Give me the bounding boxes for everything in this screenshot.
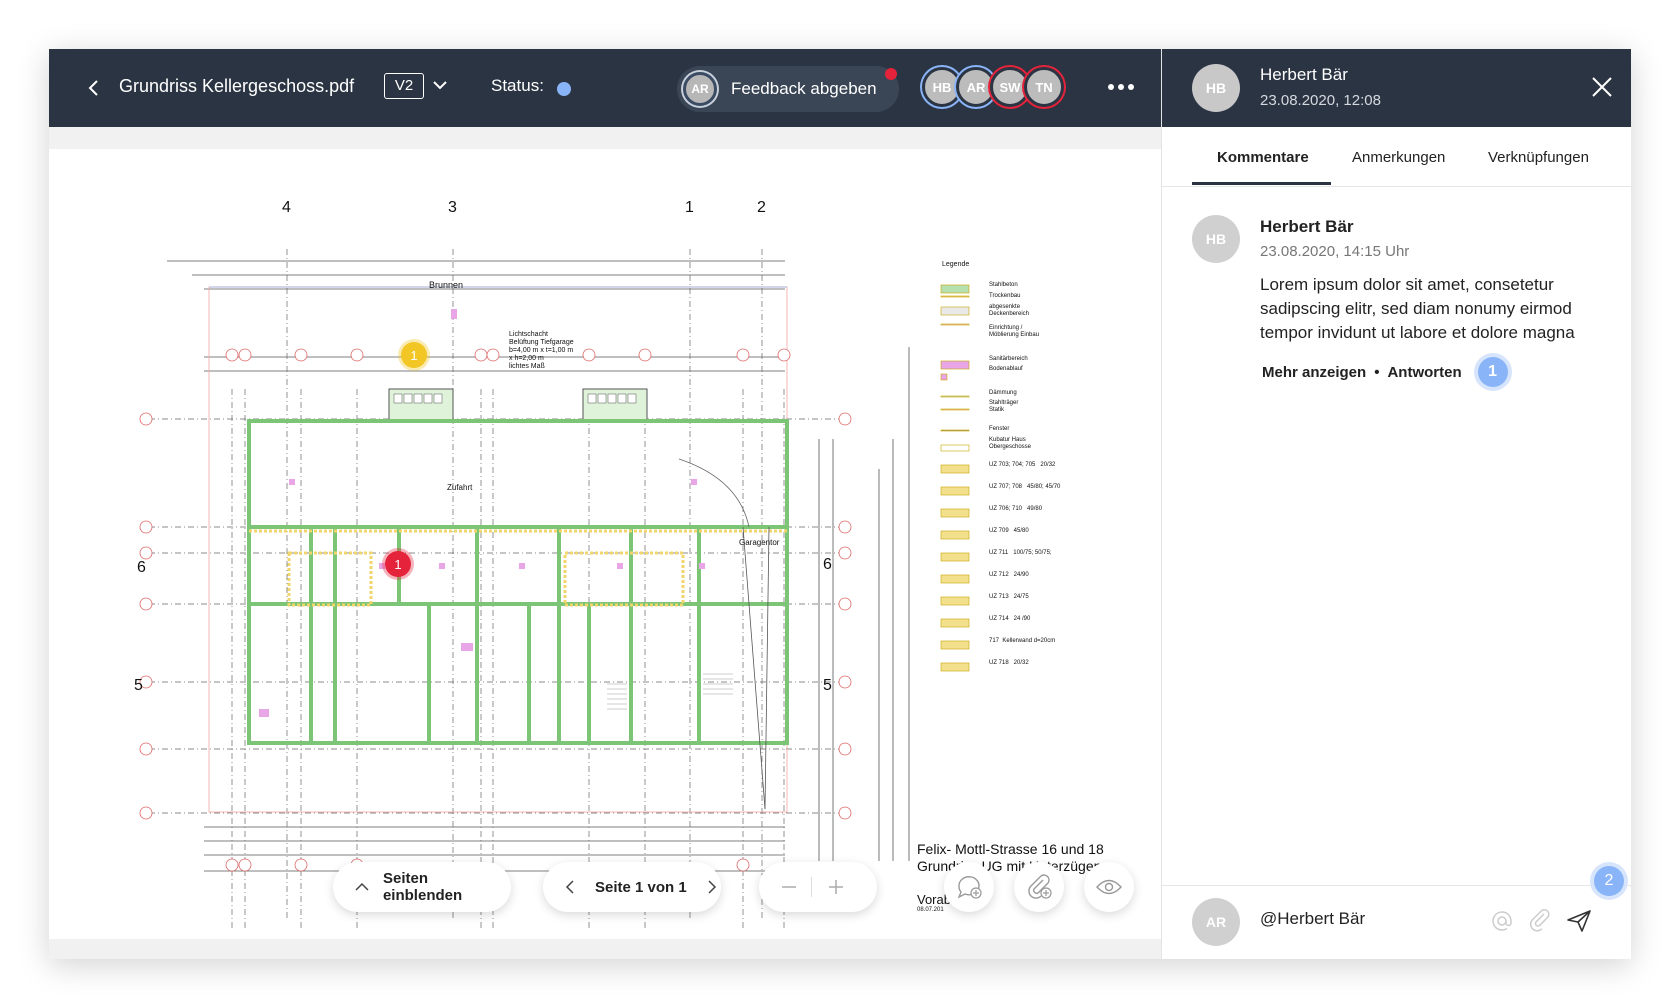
- legend-title: Legende: [942, 261, 970, 268]
- chevron-down-icon[interactable]: [431, 76, 449, 99]
- zoom-out-icon[interactable]: [781, 879, 797, 895]
- panel-header-date: 23.08.2020, 12:08: [1260, 92, 1381, 109]
- comment-author: Herbert Bär: [1260, 217, 1354, 236]
- chevron-up-icon: [355, 882, 369, 891]
- comments-panel: HB Herbert Bär 23.08.2020, 12:08 Komment…: [1161, 49, 1631, 959]
- divider: [1162, 885, 1631, 886]
- send-icon[interactable]: [1566, 909, 1592, 938]
- feedback-label: Feedback abgeben: [731, 79, 877, 98]
- paperclip-icon[interactable]: [1528, 909, 1552, 938]
- document-title: Grundriss Kellergeschoss.pdf: [119, 76, 355, 96]
- panel-tabs: Kommentare Anmerkungen Verknüpfungen: [1192, 127, 1612, 187]
- send-count-badge[interactable]: 2: [1594, 866, 1624, 896]
- panel-header-name: Herbert Bär: [1260, 65, 1348, 84]
- axis-label-5-right: 5: [823, 677, 832, 694]
- label-lichtschacht: Lichtschacht Belüftung Tiefgarage b=4,00…: [509, 331, 574, 370]
- add-attachment-button[interactable]: [1014, 862, 1064, 912]
- label-zufahrt: Zufahrt: [447, 483, 473, 492]
- top-bar: Grundriss Kellergeschoss.pdf V2 Status: …: [49, 49, 1161, 127]
- version-select[interactable]: V2: [384, 73, 424, 99]
- comment-add-icon: [957, 876, 982, 899]
- document-canvas[interactable]: 4 3 1 2 6 6 5 5 Brunnen Lichtschacht Bel…: [49, 127, 1161, 959]
- label-garagentor: Garagentor: [739, 538, 780, 547]
- tab-anmerkungen[interactable]: Anmerkungen: [1352, 149, 1445, 166]
- axis-label-2: 2: [757, 199, 766, 216]
- reply-link[interactable]: Antworten: [1387, 364, 1461, 381]
- show-pages-button[interactable]: Seiten einblenden: [333, 862, 511, 912]
- comment-composer: AR: [1192, 897, 1612, 947]
- plan-title-block: Felix- Mottl-Strasse 16 und 18 Grundriss…: [917, 841, 1104, 874]
- axis-label-1: 1: [685, 199, 694, 216]
- show-pages-label: Seiten einblenden: [382, 870, 463, 904]
- chevron-left-icon: [88, 80, 98, 96]
- plan-sheet: 4 3 1 2 6 6 5 5 Brunnen Lichtschacht Bel…: [49, 149, 1161, 939]
- zoom-control: [759, 862, 877, 912]
- axis-label-6-left: 6: [137, 559, 146, 576]
- chevron-right-icon[interactable]: [707, 880, 717, 894]
- comment-date: 23.08.2020, 14:15 Uhr: [1260, 243, 1410, 260]
- separator: •: [1374, 363, 1380, 381]
- chevron-left-icon[interactable]: [565, 880, 575, 894]
- annotation-pin-red[interactable]: 1: [385, 551, 411, 577]
- participant-avatars[interactable]: HB AR SW TN: [922, 63, 1072, 113]
- avatar: HB: [1192, 215, 1240, 263]
- tab-kommentare[interactable]: Kommentare: [1217, 149, 1309, 166]
- feedback-button[interactable]: AR Feedback abgeben: [677, 66, 899, 112]
- avatar: AR: [683, 72, 717, 106]
- avatar: HB: [1192, 64, 1240, 112]
- plan-text-layer: 4 3 1 2 6 6 5 5 Brunnen Lichtschacht Bel…: [134, 199, 1104, 913]
- more-options-icon[interactable]: [1107, 77, 1135, 103]
- active-tab-indicator: [1192, 182, 1331, 185]
- eye-icon: [1096, 879, 1122, 895]
- label-brunnen: Brunnen: [429, 280, 464, 290]
- axis-label-6-right: 6: [823, 556, 832, 573]
- add-comment-button[interactable]: [944, 862, 994, 912]
- comment-text: Lorem ipsum dolor sit amet, consetetur s…: [1260, 275, 1575, 342]
- page-indicator: Seite 1 von 1: [595, 878, 687, 896]
- panel-header: HB Herbert Bär 23.08.2020, 12:08: [1162, 49, 1631, 127]
- mention-icon[interactable]: [1490, 909, 1514, 938]
- comment-input[interactable]: [1260, 909, 1470, 929]
- visibility-button[interactable]: [1084, 862, 1134, 912]
- axis-label-4: 4: [282, 199, 291, 216]
- back-button[interactable]: [79, 73, 109, 103]
- avatar-tn[interactable]: TN: [1024, 67, 1064, 107]
- vorabzug-date: 08.07.201: [917, 907, 944, 913]
- status-label: Status:: [491, 76, 544, 95]
- reply-count-badge[interactable]: 1: [1477, 357, 1508, 387]
- comment-actions: Mehr anzeigen • Antworten 1: [1262, 357, 1508, 387]
- notification-dot: [885, 68, 897, 80]
- avatar: AR: [1192, 898, 1240, 946]
- divider: [1162, 186, 1631, 187]
- zoom-divider: [811, 877, 812, 897]
- status-indicator[interactable]: [557, 82, 571, 96]
- paperclip-add-icon: [1028, 874, 1052, 899]
- annotation-pin-yellow[interactable]: 1: [401, 342, 427, 368]
- show-more-link[interactable]: Mehr anzeigen: [1262, 364, 1366, 381]
- app-window: Grundriss Kellergeschoss.pdf V2 Status: …: [49, 49, 1631, 959]
- axis-label-5-left: 5: [134, 677, 143, 694]
- zoom-in-icon[interactable]: [828, 879, 844, 895]
- close-icon[interactable]: [1590, 75, 1614, 104]
- axis-label-3: 3: [448, 199, 457, 216]
- page-navigator: Seite 1 von 1: [543, 862, 721, 912]
- tab-verknuepfungen[interactable]: Verknüpfungen: [1488, 149, 1589, 166]
